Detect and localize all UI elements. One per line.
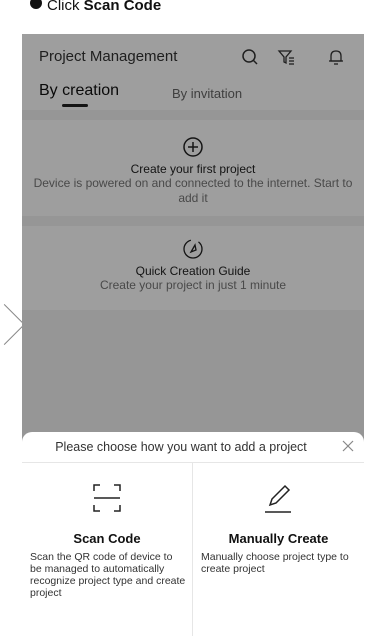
scan-code-option[interactable]: Scan Code Scan the QR code of device to … [22, 463, 192, 636]
step-prefix: Click [47, 0, 84, 12]
phone-screen: Project Management By creation By invita… [22, 34, 364, 636]
manually-create-description: Manually choose project type to create p… [201, 551, 349, 575]
add-project-sheet: Please choose how you want to add a proj… [22, 432, 364, 636]
instruction-step: Click Scan Code [30, 0, 161, 12]
sheet-title: Please choose how you want to add a proj… [55, 440, 307, 454]
manually-create-label: Manually Create [228, 531, 329, 546]
pencil-icon [265, 484, 291, 513]
scan-icon [93, 484, 121, 512]
scan-code-label: Scan Code [73, 531, 141, 546]
close-icon[interactable] [340, 438, 356, 454]
scan-code-description: Scan the QR code of device to be managed… [30, 551, 186, 599]
step-number-badge [30, 0, 42, 9]
step-target: Scan Code [83, 0, 162, 12]
manually-create-option[interactable]: Manually Create Manually choose project … [193, 463, 364, 636]
